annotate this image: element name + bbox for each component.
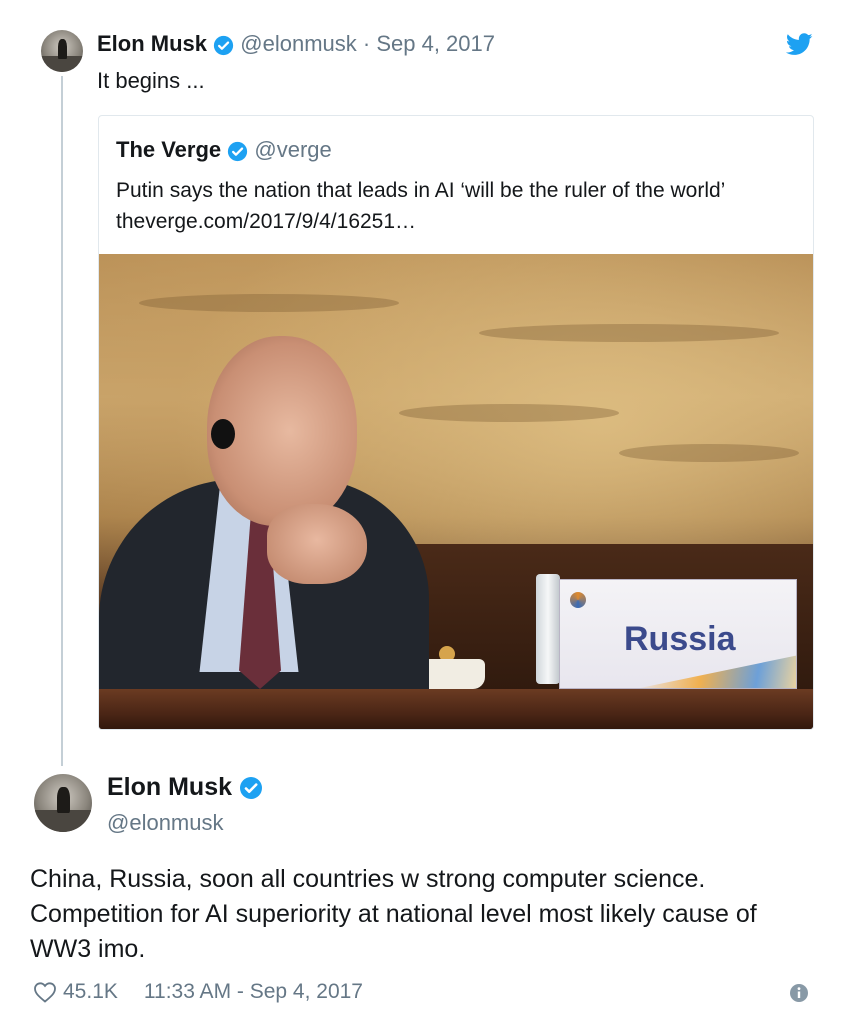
desk (99, 689, 813, 729)
quoted-tweet-card[interactable]: The Verge @verge Putin says the nation t… (98, 115, 814, 730)
verified-badge-icon (239, 777, 262, 800)
quote-tweet-text: Putin says the nation that leads in AI ‘… (116, 179, 725, 233)
like-count[interactable]: 45.1K (63, 980, 118, 1004)
header-separator: · (362, 31, 371, 56)
quoted-tweet-photo[interactable]: Russia (99, 254, 813, 729)
wall-texture (139, 294, 399, 312)
earpiece (211, 419, 235, 449)
quote-author-name[interactable]: The Verge (116, 137, 221, 162)
verified-badge-icon (228, 141, 248, 161)
second-author-row: Elon Musk (107, 773, 263, 802)
nameplate-logo (570, 592, 586, 608)
wall-texture (479, 324, 779, 342)
nameplate-text: Russia (624, 620, 736, 658)
top-tweet-header: Elon Musk @elonmusk · Sep 4, 2017 (97, 31, 495, 57)
second-author-name[interactable]: Elon Musk (107, 773, 232, 801)
tweet-footer: 45.1K 11:33 AM - Sep 4, 2017 (33, 980, 363, 1004)
second-tweet-text: China, Russia, soon all countries w stro… (30, 865, 757, 963)
wall-texture (619, 444, 799, 462)
top-tweet-text: It begins ... (97, 68, 205, 93)
top-author-name[interactable]: Elon Musk (97, 31, 207, 56)
tweet-timestamp[interactable]: 11:33 AM - Sep 4, 2017 (144, 980, 363, 1004)
second-avatar[interactable] (34, 774, 92, 832)
verified-badge-icon (214, 35, 234, 55)
avatar-figure (57, 39, 68, 59)
top-handle[interactable]: @elonmusk (240, 31, 357, 56)
thread-line (61, 76, 63, 766)
top-date[interactable]: Sep 4, 2017 (376, 31, 495, 56)
quote-header: The Verge @verge (116, 137, 332, 163)
info-icon[interactable] (789, 983, 809, 1003)
heart-icon[interactable] (33, 981, 57, 1003)
person-hand (267, 504, 367, 584)
nameplate: Russia (559, 579, 797, 689)
second-handle[interactable]: @elonmusk (107, 810, 224, 836)
avatar-figure (57, 786, 70, 814)
wall-texture (399, 404, 619, 422)
twitter-bird-icon[interactable] (786, 33, 813, 56)
avatar-ground (34, 809, 92, 832)
quote-handle[interactable]: @verge (254, 137, 331, 162)
water-bottle (536, 574, 560, 684)
top-avatar[interactable] (41, 30, 83, 72)
